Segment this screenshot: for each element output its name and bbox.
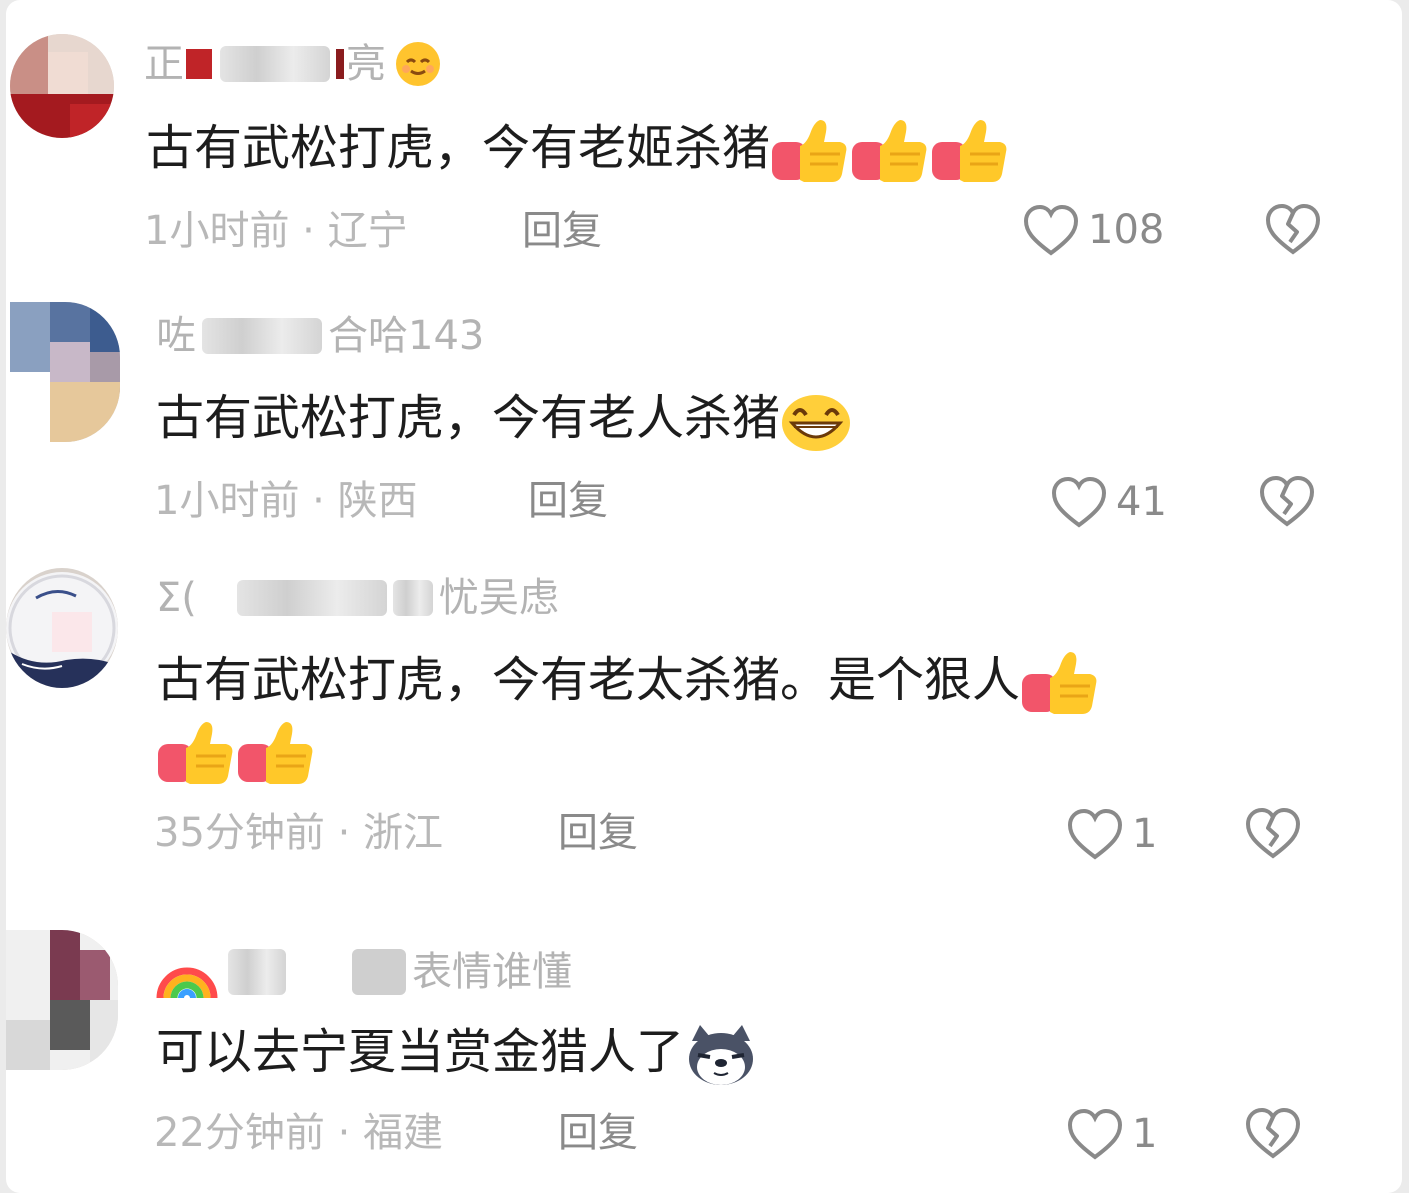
like-count: 1 (1132, 811, 1158, 857)
username-end: 合哈143 (328, 313, 485, 359)
reply-button[interactable]: 回复 (558, 808, 638, 858)
comment-username[interactable]: 表情谁懂 (156, 944, 572, 1000)
broken-heart-icon (1258, 474, 1316, 528)
thumbs-up-icon (1020, 648, 1100, 718)
thumbs-up-icon (770, 116, 850, 186)
comment-time: 35分钟前 (154, 810, 325, 856)
dislike-button[interactable] (1264, 202, 1322, 256)
like-count: 41 (1116, 479, 1167, 525)
comment-text-content: 古有武松打虎，今有老姬杀猪 (146, 120, 771, 176)
dislike-button[interactable] (1244, 1106, 1302, 1160)
comment-time: 1小时前 (144, 208, 290, 254)
username-blur (228, 949, 286, 995)
comment-location: 浙江 (363, 810, 444, 856)
meta-separator: · (312, 478, 325, 524)
username-start: 咗 (156, 313, 196, 359)
username-blur (220, 46, 330, 82)
comment-text: 古有武松打虎，今有老姬杀猪 (146, 116, 1010, 186)
reply-button[interactable]: 回复 (528, 476, 608, 526)
comment-text: 古有武松打虎，今有老太杀猪。是个狠人 (156, 648, 1100, 718)
comment-location: 陕西 (337, 478, 418, 524)
broken-heart-icon (1244, 806, 1302, 860)
husky-face-icon (689, 1025, 754, 1085)
username-blur (202, 318, 322, 354)
grin-face-icon (782, 395, 851, 451)
reply-button[interactable]: 回复 (522, 206, 602, 256)
broken-heart-icon (1264, 202, 1322, 256)
meta-separator: · (337, 1110, 351, 1156)
dislike-button[interactable] (1244, 806, 1302, 860)
broken-heart-icon (1244, 1106, 1302, 1160)
heart-icon (1066, 1107, 1124, 1161)
heart-icon (1022, 203, 1080, 257)
smile-face-icon (396, 42, 440, 86)
comment-username[interactable]: Σ( 忧吴虑 (156, 570, 559, 626)
comment-text: 可以去宁夏当赏金猎人了 (156, 1022, 758, 1087)
comment-meta: 1小时前 · 辽宁 (144, 206, 408, 256)
username-mosaic (336, 49, 344, 79)
comment-text-emoji-line (156, 718, 316, 790)
heart-icon (1050, 475, 1108, 529)
comment-meta: 1小时前 · 陕西 (154, 476, 418, 526)
username-blur (392, 580, 433, 616)
username-end: 亮 (346, 41, 386, 87)
thumbs-up-icon (236, 718, 316, 788)
thumbs-up-icon (156, 718, 236, 788)
comment-time: 1小时前 (154, 478, 300, 524)
username-blur (236, 580, 387, 616)
thumbs-up-icon (930, 116, 1010, 186)
comment-text-content: 可以去宁夏当赏金猎人了 (156, 1024, 685, 1080)
username-end: 表情谁懂 (412, 949, 572, 995)
comment-meta: 35分钟前 · 浙江 (154, 808, 443, 858)
comments-panel: 正 亮 古有武松打虎，今有老姬杀猪 1小时前 · 辽宁 回复 108 咗 合哈1… (6, 0, 1402, 1193)
like-button[interactable]: 1 (1066, 1106, 1157, 1162)
rainbow-icon (156, 967, 218, 999)
like-button[interactable]: 1 (1066, 806, 1157, 862)
comment-text-content: 古有武松打虎，今有老人杀猪 (156, 390, 781, 446)
dislike-button[interactable] (1258, 474, 1316, 528)
comment-time: 22分钟前 (154, 1110, 325, 1156)
like-count: 1 (1132, 1111, 1158, 1157)
like-button[interactable]: 108 (1022, 202, 1164, 258)
reply-button[interactable]: 回复 (558, 1108, 638, 1158)
like-count: 108 (1088, 207, 1165, 253)
avatar[interactable] (10, 302, 120, 442)
username-start: 正 (144, 41, 184, 87)
username-end: 忧吴虑 (438, 575, 559, 621)
comment-text-content: 古有武松打虎，今有老太杀猪。是个狠人 (156, 652, 1021, 708)
avatar[interactable] (6, 568, 118, 688)
comment-text: 古有武松打虎，今有老人杀猪 (156, 388, 852, 453)
comment-location: 辽宁 (327, 208, 408, 254)
comment-username[interactable]: 咗 合哈143 (156, 308, 484, 364)
comment-meta: 22分钟前 · 福建 (154, 1108, 443, 1158)
like-button[interactable]: 41 (1050, 474, 1167, 530)
avatar[interactable] (10, 34, 114, 138)
comment-location: 福建 (363, 1110, 444, 1156)
avatar[interactable] (6, 930, 118, 1070)
username-mosaic (186, 49, 212, 79)
thumbs-up-icon (850, 116, 930, 186)
username-blur (352, 949, 406, 995)
meta-separator: · (337, 810, 351, 856)
meta-separator: · (302, 208, 315, 254)
comment-username[interactable]: 正 亮 (144, 36, 442, 92)
heart-icon (1066, 807, 1124, 861)
username-start: Σ( (156, 575, 197, 621)
